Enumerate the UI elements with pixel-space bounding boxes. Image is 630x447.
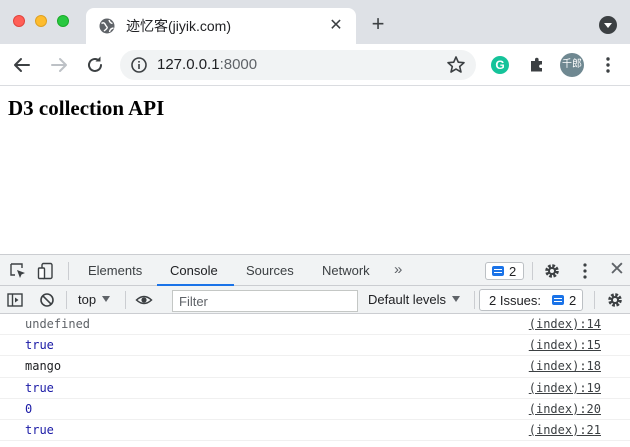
clear-console-icon[interactable] xyxy=(38,291,56,309)
console-log-row: true (index):15 xyxy=(0,335,630,357)
grammarly-extension-icon[interactable]: G xyxy=(491,56,509,74)
close-tab-icon[interactable]: ✕ xyxy=(328,18,344,34)
log-levels-label: Default levels xyxy=(368,292,447,307)
back-arrow-icon[interactable] xyxy=(11,54,33,76)
console-toolbar: top Default levels 2 Issues: 2 xyxy=(0,286,630,314)
console-log-message: mango xyxy=(25,359,62,374)
tab-network[interactable]: Network xyxy=(322,255,370,286)
console-log-message: undefined xyxy=(25,317,91,331)
show-sidebar-icon[interactable] xyxy=(6,291,24,309)
toolbar-divider xyxy=(594,291,595,309)
issues-button[interactable]: 2 Issues: 2 xyxy=(479,289,583,311)
devtools-panel: Elements Console Sources Network » 2 ✕ t… xyxy=(0,254,630,447)
bookmark-star-icon[interactable] xyxy=(446,55,466,75)
console-log-source-link[interactable]: (index):14 xyxy=(529,317,601,332)
site-info-icon[interactable] xyxy=(130,56,148,74)
console-log-message: true xyxy=(25,422,54,437)
console-log-source-link[interactable]: (index):19 xyxy=(529,381,601,396)
context-selector[interactable]: top xyxy=(78,292,111,308)
console-log-row: true (index):19 xyxy=(0,378,630,399)
tab-sources[interactable]: Sources xyxy=(246,255,294,286)
console-log-row: undefined (index):14 xyxy=(0,314,630,336)
console-messages: undefined (index):14 true (index):15 mango (i… xyxy=(0,314,630,442)
minimize-window-button[interactable] xyxy=(35,15,47,27)
console-log-source-link[interactable]: (index):20 xyxy=(529,402,601,417)
devtools-menu-icon[interactable] xyxy=(578,262,592,280)
browser-window: 迹忆客(jiyik.com) ✕ + 127.0.0.1:8000 G 千郎 D… xyxy=(0,0,630,447)
console-log-message: true xyxy=(25,338,54,353)
console-log-row: 0 (index):20 xyxy=(0,399,630,420)
console-log-message: true xyxy=(25,380,54,395)
issues-label: 2 Issues: xyxy=(489,293,542,308)
chevron-down-icon xyxy=(452,296,461,302)
toolbar-divider xyxy=(68,262,69,280)
url-host: 127.0.0.1 xyxy=(157,56,220,73)
console-log-row: true (index):21 xyxy=(0,420,630,442)
browser-toolbar: 127.0.0.1:8000 G 千郎 xyxy=(0,44,630,86)
browser-tab[interactable]: 迹忆客(jiyik.com) ✕ xyxy=(86,8,356,44)
more-tabs-chevron-icon[interactable]: » xyxy=(394,255,402,286)
tab-console[interactable]: Console xyxy=(170,255,218,286)
url-port: :8000 xyxy=(219,56,258,73)
close-window-button[interactable] xyxy=(13,15,25,27)
console-log-message: 0 xyxy=(25,401,33,416)
inspect-element-icon[interactable] xyxy=(9,262,27,280)
console-log-source-link[interactable]: (index):21 xyxy=(529,423,601,438)
console-log-source-link[interactable]: (index):15 xyxy=(529,338,601,353)
log-levels-dropdown[interactable]: Default levels xyxy=(368,292,461,308)
forward-arrow-icon[interactable] xyxy=(48,54,70,76)
url-text: 127.0.0.1:8000 xyxy=(157,56,257,74)
tab-title: 迹忆客(jiyik.com) xyxy=(126,18,231,34)
toolbar-divider xyxy=(125,291,126,309)
console-filter-input[interactable] xyxy=(172,290,358,312)
tab-strip: 迹忆客(jiyik.com) ✕ + xyxy=(0,0,630,44)
console-log-row: mango (index):18 xyxy=(0,356,630,378)
devtools-settings-gear-icon[interactable] xyxy=(543,262,561,280)
issue-message-icon xyxy=(552,295,564,305)
toolbar-divider xyxy=(66,291,67,309)
tab-search-button[interactable] xyxy=(599,16,617,34)
extensions-puzzle-icon[interactable] xyxy=(528,56,546,74)
tab-elements[interactable]: Elements xyxy=(88,255,142,286)
maximize-window-button[interactable] xyxy=(57,15,69,27)
context-label: top xyxy=(78,292,97,307)
console-settings-gear-icon[interactable] xyxy=(606,291,624,309)
messages-badge[interactable]: 2 xyxy=(485,262,524,280)
page-content: D3 collection API xyxy=(0,87,630,254)
profile-avatar[interactable]: 千郎 xyxy=(560,53,584,77)
messages-count: 2 xyxy=(509,264,517,279)
close-devtools-icon[interactable]: ✕ xyxy=(608,259,626,281)
toolbar-divider xyxy=(532,262,533,280)
browser-menu-icon[interactable] xyxy=(601,56,615,74)
chevron-down-icon xyxy=(102,296,111,302)
console-log-source-link[interactable]: (index):18 xyxy=(529,359,601,374)
message-icon xyxy=(492,266,504,276)
page-title: D3 collection API xyxy=(8,96,165,120)
new-tab-button[interactable]: + xyxy=(368,13,388,35)
device-toolbar-icon[interactable] xyxy=(37,262,55,280)
address-bar[interactable]: 127.0.0.1:8000 xyxy=(120,50,476,80)
issues-count: 2 xyxy=(569,293,577,308)
toolbar-divider xyxy=(474,291,475,309)
globe-icon xyxy=(99,18,115,34)
reload-icon[interactable] xyxy=(84,54,106,76)
devtools-tab-bar: Elements Console Sources Network » 2 ✕ xyxy=(0,255,630,286)
live-expression-eye-icon[interactable] xyxy=(135,291,153,309)
